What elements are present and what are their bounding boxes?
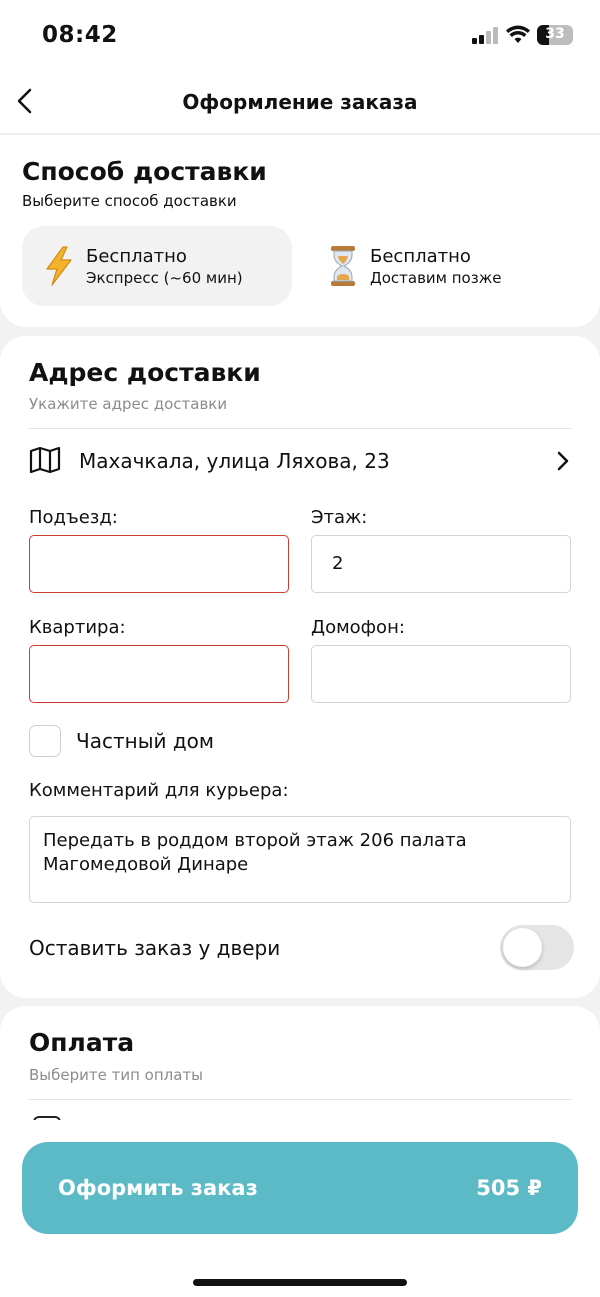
battery-icon: 33 [537, 25, 573, 45]
place-order-label: Оформить заказ [58, 1176, 258, 1200]
delivery-option-desc: Экспресс (~60 мин) [86, 268, 243, 287]
cellular-signal-icon [472, 26, 500, 44]
address-selector[interactable]: Махачкала, улица Ляхова, 23 [29, 443, 571, 479]
address-title: Адрес доставки [29, 358, 261, 387]
entrance-label: Подъезд: [29, 507, 118, 528]
address-subtitle: Укажите адрес доставки [29, 395, 228, 413]
map-icon [29, 446, 61, 474]
apartment-label: Квартира: [29, 617, 126, 638]
delivery-option-express[interactable]: Бесплатно Экспресс (~60 мин) [22, 226, 292, 306]
delivery-option-price: Бесплатно [86, 245, 187, 267]
intercom-input[interactable] [311, 645, 571, 703]
home-indicator[interactable] [193, 1279, 407, 1286]
hourglass-icon [320, 243, 366, 289]
address-text: Махачкала, улица Ляхова, 23 [79, 449, 390, 473]
status-bar: 08:42 33 [0, 0, 600, 72]
delivery-method-card: Способ доставки Выберите способ доставки… [0, 135, 600, 327]
delivery-method-title: Способ доставки [22, 157, 267, 186]
private-house-label: Частный дом [76, 729, 214, 753]
delivery-address-card: Адрес доставки Укажите адрес доставки Ма… [0, 336, 600, 998]
courier-comment-label: Комментарий для курьера: [29, 780, 289, 801]
leave-at-door-toggle[interactable] [500, 925, 574, 970]
delivery-method-subtitle: Выберите способ доставки [22, 192, 237, 210]
leave-at-door-label: Оставить заказ у двери [29, 936, 281, 960]
entrance-input[interactable] [29, 535, 289, 593]
delivery-option-price: Бесплатно [370, 245, 471, 267]
status-time: 08:42 [42, 22, 118, 48]
wifi-icon [506, 25, 530, 43]
intercom-label: Домофон: [311, 617, 405, 638]
divider [29, 1099, 571, 1100]
delivery-option-desc: Доставим позже [370, 268, 502, 287]
toggle-knob [503, 928, 542, 967]
lightning-icon [36, 243, 82, 289]
floor-label: Этаж: [311, 507, 368, 528]
apartment-input[interactable] [29, 645, 289, 703]
payment-title: Оплата [29, 1028, 135, 1057]
page-title: Оформление заказа [182, 90, 418, 114]
payment-subtitle: Выберите тип оплаты [29, 1066, 204, 1084]
chevron-right-icon [557, 451, 569, 471]
private-house-checkbox[interactable] [29, 725, 61, 757]
nav-bar: Оформление заказа [0, 72, 600, 134]
floor-input[interactable]: 2 [311, 535, 571, 593]
battery-percent: 33 [545, 26, 565, 42]
courier-comment-textarea[interactable]: Передать в роддом второй этаж 206 палата… [29, 816, 571, 903]
place-order-button[interactable]: Оформить заказ 505 ₽ [22, 1142, 578, 1234]
delivery-option-later[interactable]: Бесплатно Доставим позже [306, 226, 576, 306]
divider [29, 428, 571, 429]
order-total-price: 505 ₽ [476, 1176, 542, 1200]
